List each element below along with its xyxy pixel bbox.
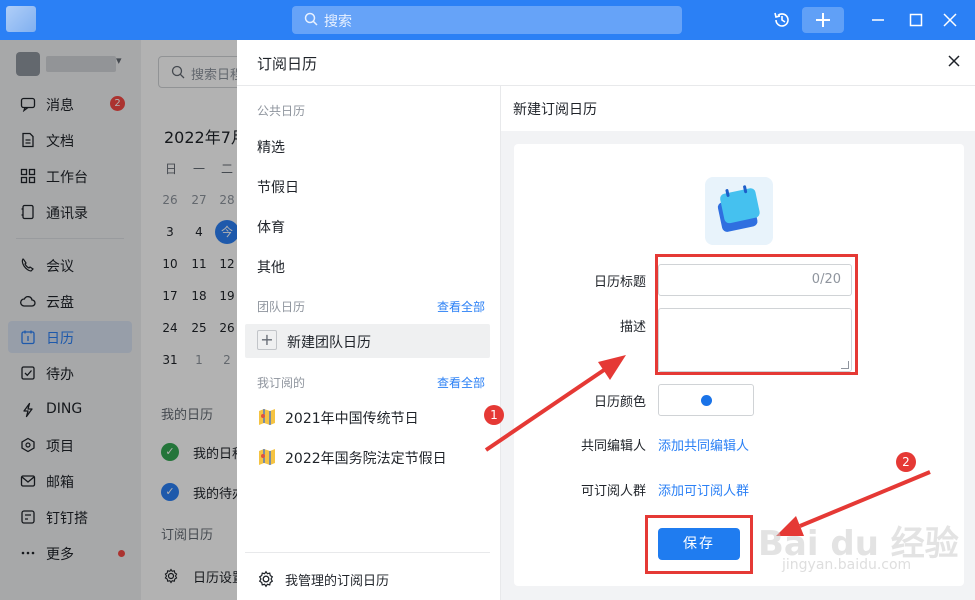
history-button[interactable] bbox=[770, 7, 794, 33]
calendar-logo bbox=[705, 177, 773, 245]
gear-icon bbox=[258, 570, 274, 588]
calendar-app-icon bbox=[717, 185, 760, 232]
add-co-editors-link[interactable]: 添加共同编辑人 bbox=[658, 435, 749, 454]
close-icon[interactable] bbox=[945, 52, 963, 70]
close-window-button[interactable] bbox=[938, 7, 962, 33]
public-calendar-featured[interactable]: 精选 bbox=[257, 137, 285, 157]
team-calendars-heading: 团队日历 bbox=[257, 300, 306, 314]
step-1-marker: 1 bbox=[484, 405, 504, 425]
modal-overlay bbox=[0, 40, 237, 600]
public-calendar-other[interactable]: 其他 bbox=[257, 257, 285, 277]
step-2-marker: 2 bbox=[896, 452, 916, 472]
color-swatch bbox=[701, 395, 712, 406]
search-icon bbox=[304, 12, 318, 26]
history-icon bbox=[774, 12, 789, 27]
highlight-save-button bbox=[645, 515, 753, 574]
subscribed-calendar-label: 2021年中国传统节日 bbox=[285, 411, 419, 427]
managed-subscriptions-button[interactable]: 我管理的订阅日历 bbox=[257, 568, 457, 590]
search-placeholder: 搜索 bbox=[324, 14, 352, 30]
public-calendar-holidays[interactable]: 节假日 bbox=[257, 177, 299, 197]
new-team-calendar-label: 新建团队日历 bbox=[287, 335, 371, 351]
new-subscription-title: 新建订阅日历 bbox=[513, 102, 597, 118]
public-calendars-heading: 公共日历 bbox=[257, 104, 306, 118]
calendar-title-label: 日历标题 bbox=[593, 275, 646, 290]
plus-icon bbox=[816, 13, 830, 27]
subscribed-calendar-label: 2022年国务院法定节假日 bbox=[285, 451, 447, 467]
subscribed-view-all-link[interactable]: 查看全部 bbox=[437, 374, 485, 391]
co-editors-label: 共同编辑人 bbox=[580, 439, 646, 454]
minimize-icon bbox=[872, 19, 884, 21]
subscribed-heading: 我订阅的 bbox=[257, 376, 306, 390]
highlight-form-fields bbox=[655, 254, 858, 375]
public-calendar-sports[interactable]: 体育 bbox=[257, 217, 285, 237]
app-logo bbox=[6, 6, 36, 32]
subscribers-label: 可订阅人群 bbox=[580, 484, 646, 499]
map-icon bbox=[259, 409, 275, 425]
create-button[interactable] bbox=[802, 7, 844, 33]
maximize-icon bbox=[909, 13, 923, 27]
maximize-button[interactable] bbox=[904, 7, 928, 33]
add-subscribers-link[interactable]: 添加可订阅人群 bbox=[658, 480, 749, 499]
global-search-input[interactable]: 搜索 bbox=[292, 6, 682, 34]
description-label: 描述 bbox=[619, 320, 646, 335]
new-team-calendar-button[interactable]: + 新建团队日历 bbox=[245, 324, 490, 358]
calendar-color-picker[interactable] bbox=[658, 384, 754, 416]
pane-bottom-divider bbox=[245, 552, 490, 553]
close-icon bbox=[943, 13, 957, 27]
dialog-divider bbox=[237, 85, 975, 86]
title-bar: 搜索 bbox=[0, 0, 975, 40]
calendar-color-label: 日历颜色 bbox=[593, 395, 646, 410]
minimize-button[interactable] bbox=[866, 7, 890, 33]
plus-icon: + bbox=[257, 330, 277, 350]
team-view-all-link[interactable]: 查看全部 bbox=[437, 298, 485, 315]
subscribed-calendar-item[interactable]: 2022年国务院法定节假日 bbox=[257, 446, 497, 468]
watermark-url: jingyan.baidu.com bbox=[782, 557, 912, 573]
subscribed-calendar-item[interactable]: 2021年中国传统节日 bbox=[257, 406, 497, 428]
map-icon bbox=[259, 449, 275, 465]
managed-subscriptions-label: 我管理的订阅日历 bbox=[285, 574, 390, 589]
dialog-title: 订阅日历 bbox=[257, 55, 318, 73]
